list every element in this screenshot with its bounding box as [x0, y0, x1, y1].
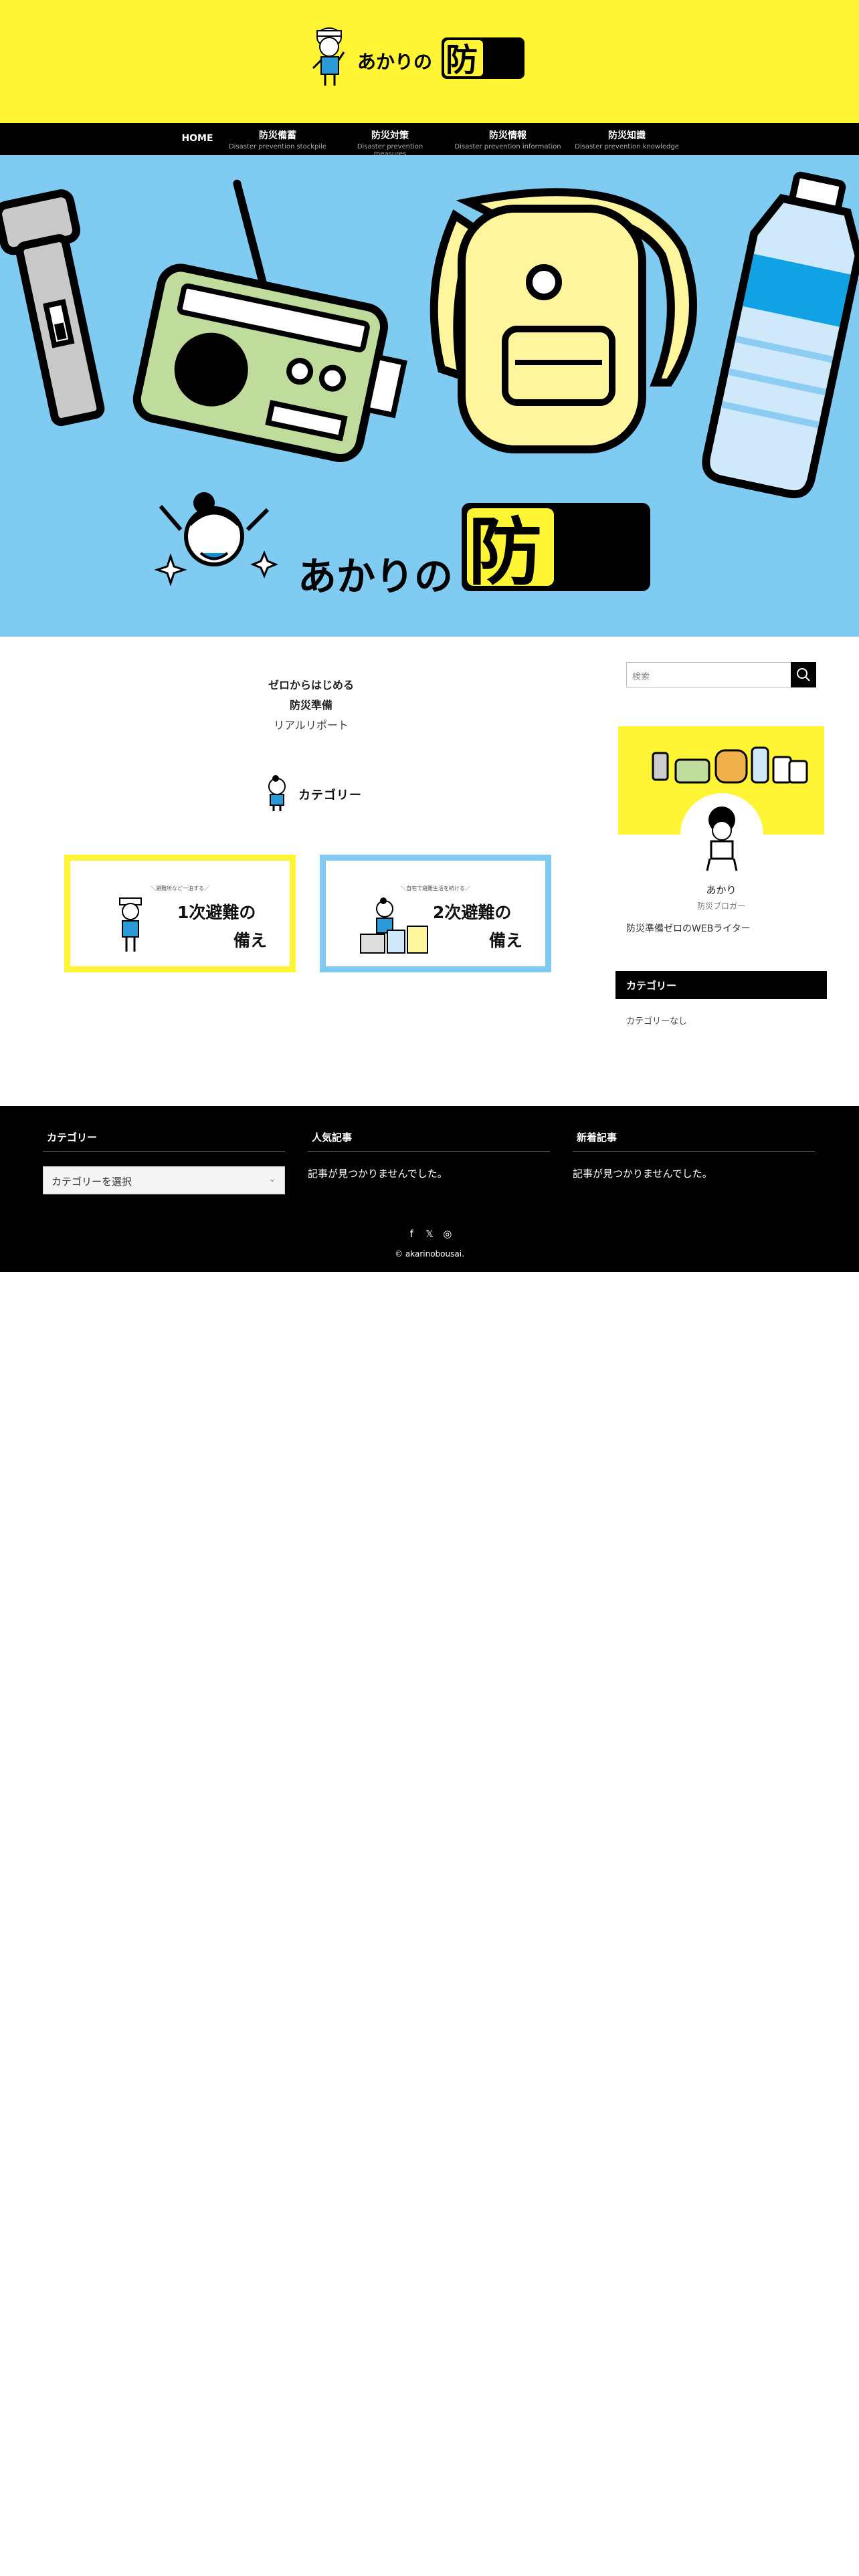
nav-item-home[interactable]: HOME: [175, 123, 219, 155]
logo-text: あかりの: [357, 51, 432, 73]
card-character-icon: [119, 897, 142, 952]
intro-line-3: リアルリポート: [274, 719, 349, 732]
profile-role: 防災ブロガー: [696, 901, 745, 911]
category-heading-label: カテゴリー: [298, 788, 362, 802]
nav-item-sublabel: Disaster prevention knowledge: [575, 143, 679, 150]
profile-name: あかり: [706, 884, 737, 896]
chevron-down-icon: ⌄: [268, 1174, 276, 1184]
category-select[interactable]: カテゴリーを選択 ⌄: [43, 1166, 285, 1194]
card-title-sub: 備え: [489, 931, 523, 950]
intro-line-2: 防災準備: [289, 699, 332, 712]
nav-item-sublabel: Disaster prevention information: [454, 143, 561, 150]
character-icon: [312, 27, 345, 86]
water-bottle-icon: [702, 171, 859, 499]
nav-item-information[interactable]: 防災情報 Disaster prevention information: [452, 123, 563, 155]
card-subtitle: ＼自宅で避難生活を続ける／: [401, 885, 470, 891]
search-form: 検索: [626, 662, 816, 687]
nav-item-stockpile[interactable]: 防災備蓄 Disaster prevention stockpile: [227, 123, 328, 155]
search-icon: [797, 668, 810, 681]
card-supplies-icon: [360, 897, 428, 954]
footer-recent-widget: 新着記事 記事が見つかりませんでした。: [573, 1130, 815, 1180]
hero-logo-text: あかりの: [298, 554, 453, 599]
backpack-icon: [430, 188, 697, 453]
nav-item-label: 防災備蓄: [259, 130, 296, 141]
hero-character-icon: [154, 492, 278, 586]
facebook-icon[interactable]: f: [404, 1228, 419, 1240]
category-select-value: カテゴリーを選択: [52, 1176, 132, 1188]
footer-widget-title: カテゴリー: [43, 1130, 285, 1152]
nav-item-label: 防災知識: [608, 130, 646, 141]
footer-widget-title: 新着記事: [573, 1130, 815, 1152]
footer-widget-title: 人気記事: [308, 1130, 550, 1152]
category-heading: カテゴリー: [261, 774, 368, 812]
card-title: 2次避難の: [433, 903, 512, 922]
card-title-sub: 備え: [233, 931, 268, 950]
footer-widget-text: 記事が見つかりませんでした。: [308, 1168, 448, 1180]
intro-text: ゼロからはじめる 防災準備 リアルリポート: [201, 675, 421, 736]
nav-item-label: 防災対策: [371, 130, 409, 141]
sidebar-category-empty: カテゴリーなし: [626, 1016, 688, 1027]
copyright: © akarinobousai.: [395, 1249, 464, 1259]
site-header: あかりの 防災: [0, 0, 859, 123]
profile-description: 防災準備ゼロのWEBライター: [626, 924, 751, 934]
intro-line-1: ゼロからはじめる: [268, 679, 354, 691]
card-title: 1次避難の: [177, 903, 256, 922]
nav-item-label: 防災情報: [489, 130, 527, 141]
sidebar-category-title: カテゴリー: [626, 980, 677, 992]
search-input[interactable]: 検索: [632, 669, 650, 682]
site-footer: カテゴリー カテゴリーを選択 ⌄ 人気記事 記事が見つかりませんでした。 新着記…: [0, 1106, 859, 1272]
footer-popular-widget: 人気記事 記事が見つかりませんでした。: [308, 1130, 550, 1180]
nav-item-label: HOME: [181, 133, 213, 144]
search-button[interactable]: [791, 662, 816, 687]
instagram-icon[interactable]: ◎: [440, 1228, 455, 1240]
sidebar-category-heading: カテゴリー: [615, 971, 827, 999]
avatar: [680, 793, 763, 876]
category-card-primary-evacuation[interactable]: ＼避難所など一泊する／ 1次避難の 備え: [64, 855, 296, 972]
radio-icon: [132, 179, 407, 462]
category-card-secondary-evacuation[interactable]: ＼自宅で避難生活を続ける／ 2次避難の 備え: [320, 855, 551, 972]
nav-item-knowledge[interactable]: 防災知識 Disaster prevention knowledge: [573, 123, 681, 155]
category-character-icon: [268, 775, 286, 811]
card-subtitle: ＼避難所など一泊する／: [151, 885, 209, 891]
site-logo[interactable]: あかりの 防災: [302, 20, 530, 94]
footer-category-widget: カテゴリー カテゴリーを選択 ⌄: [43, 1130, 285, 1194]
flashlight-icon: [0, 189, 105, 427]
footer-widget-text: 記事が見つかりませんでした。: [573, 1168, 712, 1180]
nav-item-sublabel: Disaster prevention stockpile: [228, 143, 327, 150]
global-nav: HOME 防災備蓄 Disaster prevention stockpile …: [0, 123, 859, 158]
x-icon[interactable]: 𝕏: [422, 1228, 437, 1240]
hero-banner: あかりの 防災: [0, 155, 859, 637]
social-links: f 𝕏 ◎: [0, 1228, 859, 1240]
nav-item-measures[interactable]: 防災対策 Disaster prevention measures: [340, 123, 440, 158]
